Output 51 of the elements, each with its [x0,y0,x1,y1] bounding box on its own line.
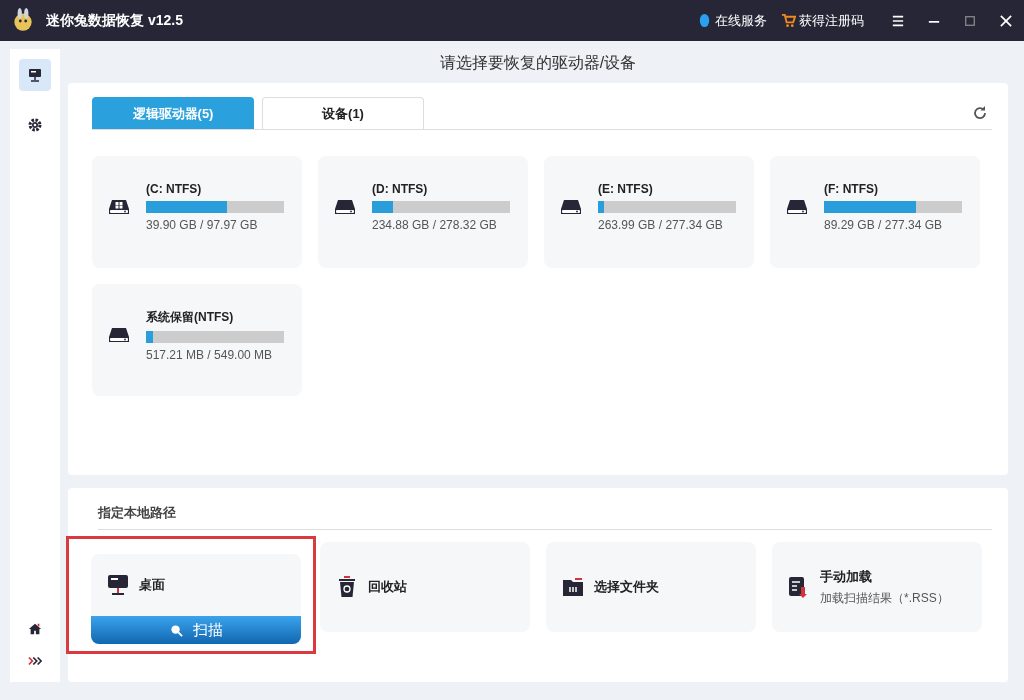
trash-icon [336,576,358,598]
chevrons-icon[interactable] [28,654,42,668]
drive-card[interactable]: (D: NTFS) 234.88 GB / 278.32 GB [318,156,528,268]
location-label: 选择文件夹 [594,578,659,596]
drive-card[interactable]: (E: NTFS) 263.99 GB / 277.34 GB [544,156,754,268]
drive-usage: 263.99 GB / 277.34 GB [598,218,724,232]
drive-icon [786,198,808,216]
monitor-icon [107,574,129,596]
drive-card[interactable]: (C: NTFS) 39.90 GB / 97.97 GB [92,156,302,268]
sidebar-item[interactable] [19,59,51,91]
drive-name: (F: NTFS) [824,182,879,196]
section-title: 指定本地路径 [98,504,992,530]
tab[interactable]: 设备(1) [262,97,424,129]
drive-name: (D: NTFS) [372,182,429,196]
drive-icon [560,198,582,216]
folder-icon [562,576,584,598]
windows-drive-icon [108,198,130,216]
document-icon [788,576,810,598]
drive-card[interactable]: 系统保留(NTFS) 517.21 MB / 549.00 MB [92,284,302,396]
scan-button[interactable]: 扫描 [91,616,301,644]
refresh-icon[interactable] [972,105,988,121]
drive-name: 系统保留(NTFS) [146,308,235,326]
location-card[interactable]: 选择文件夹 [546,542,756,632]
location-hint: 加载扫描结果（*.RSS） [820,589,949,607]
drive-usage: 89.29 GB / 277.34 GB [824,218,944,232]
drive-icon [108,326,130,344]
drive-usage: 517.21 MB / 549.00 MB [146,347,274,362]
drive-name: (C: NTFS) [146,182,203,196]
drive-name: (E: NTFS) [598,182,654,196]
window-title: 迷你兔数据恢复 v12.5 [46,11,183,30]
home-icon[interactable] [28,622,42,636]
close-icon[interactable] [1000,14,1012,27]
location-label: 桌面 [139,576,165,594]
location-label: 回收站 [368,578,407,596]
drive-icon [334,198,356,216]
location-card[interactable]: 回收站 [320,542,530,632]
title-link[interactable]: 获得注册码 [781,11,864,30]
menu-icon[interactable] [892,14,904,27]
location-card[interactable]: 桌面 扫描 [91,554,301,644]
search-icon [169,623,183,637]
settings-icon [27,117,43,133]
location-label: 手动加载 [820,567,873,586]
title-link[interactable]: 在线服务 [697,11,767,30]
cart-icon [781,13,796,28]
monitor-icon [27,67,43,83]
drive-card[interactable]: (F: NTFS) 89.29 GB / 277.34 GB [770,156,980,268]
drive-usage: 39.90 GB / 97.97 GB [146,218,259,232]
maximize-icon[interactable] [964,14,976,27]
drive-usage: 234.88 GB / 278.32 GB [372,218,498,232]
location-card[interactable]: 手动加载 加载扫描结果（*.RSS） [772,542,982,632]
page-heading: 请选择要恢复的驱动器/设备 [438,53,638,73]
